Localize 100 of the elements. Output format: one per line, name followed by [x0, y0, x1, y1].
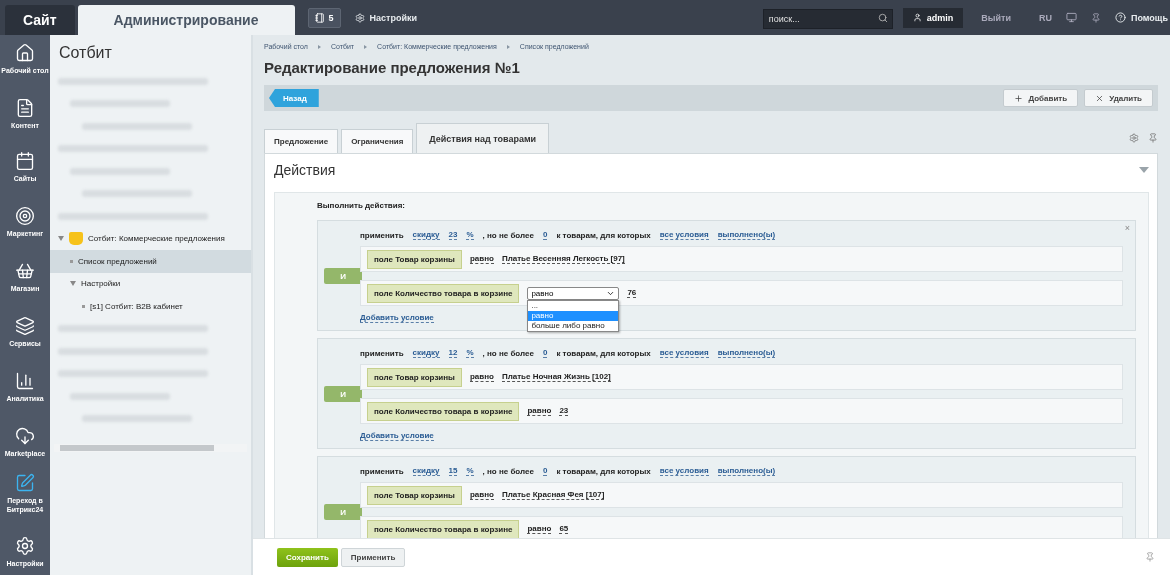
chevron-icon — [364, 44, 368, 49]
action-text: применить — [360, 230, 404, 240]
marketing-icon — [15, 205, 35, 226]
operator-link[interactable]: равно — [469, 254, 494, 264]
condition-field: поле Товар корзины — [367, 249, 462, 269]
tree-item[interactable]: Сотбит: Коммерческие предложения — [50, 227, 251, 250]
action-text: к товарам, для которых — [556, 230, 651, 240]
chevron-icon — [506, 44, 510, 49]
user-button[interactable]: admin — [902, 7, 964, 28]
apply-button[interactable]: Применить — [340, 547, 406, 567]
action-text: , но не более — [482, 230, 534, 240]
value-link[interactable]: Платье Ночная Жизнь [102] — [501, 372, 611, 382]
operator-link[interactable]: равно — [469, 372, 494, 382]
tab[interactable]: Действия над товарами — [416, 123, 550, 153]
tree-item[interactable]: Настройки — [50, 272, 251, 295]
parameter-link[interactable]: 12 — [448, 348, 458, 358]
help-link[interactable]: Помощь — [1115, 12, 1168, 23]
condition-field: поле Товар корзины — [367, 367, 462, 387]
help-icon — [1115, 12, 1126, 23]
parameter-link[interactable]: 0 — [542, 348, 548, 358]
content-icon — [15, 97, 35, 118]
notifications-button[interactable]: 5 — [307, 7, 341, 28]
pin-icon[interactable] — [1148, 133, 1158, 143]
action-text: применить — [360, 466, 404, 476]
parameter-link[interactable]: % — [466, 348, 474, 358]
tree-item[interactable]: [s1] Сотбит: B2B кабинет — [50, 295, 251, 318]
language-selector[interactable]: RU — [1039, 12, 1052, 23]
search-icon — [877, 12, 888, 23]
parameter-link[interactable]: скидку — [412, 348, 440, 358]
operator-link[interactable]: равно — [527, 406, 552, 416]
parameter-link[interactable]: выполнено(ы) — [717, 230, 776, 240]
module-icon — [69, 232, 83, 246]
value-link[interactable]: 76 — [627, 288, 637, 298]
operator-select[interactable]: равно — [527, 286, 620, 300]
parameter-link[interactable]: все условия — [659, 348, 709, 358]
plus-icon — [1014, 93, 1024, 103]
dropdown-option[interactable]: больше либо равно — [528, 320, 619, 331]
add-condition-link[interactable]: Добавить условие — [360, 313, 434, 323]
notebook-icon — [314, 12, 325, 23]
panel-title: Сотбит — [58, 43, 113, 63]
tab[interactable]: Предложение — [264, 129, 339, 153]
pin-icon[interactable] — [1145, 552, 1155, 562]
settings-icon — [15, 535, 35, 556]
value-link[interactable]: Платье Красная Фея [107] — [501, 490, 605, 500]
condition-field: поле Количество товара в корзине — [367, 519, 520, 538]
scrollbar[interactable] — [54, 444, 247, 452]
settings-link[interactable]: Настройки — [354, 12, 417, 23]
sites-icon — [15, 150, 35, 171]
tab[interactable]: Ограничения — [341, 129, 414, 153]
bullet-icon — [82, 304, 85, 308]
page-title: Редактирование предложения №1 — [264, 59, 521, 76]
desktop-icon — [15, 43, 35, 63]
parameter-link[interactable]: выполнено(ы) — [717, 348, 776, 358]
operator-link[interactable]: равно — [527, 524, 552, 534]
parameter-link[interactable]: все условия — [659, 230, 709, 240]
parameter-link[interactable]: выполнено(ы) — [717, 466, 776, 476]
delete-button[interactable]: Удалить — [1084, 89, 1153, 107]
actions-label: Выполнить действия: — [317, 201, 406, 210]
pin-icon[interactable] — [1091, 12, 1101, 23]
action-text: к товарам, для которых — [556, 348, 651, 358]
analytics-icon — [15, 370, 35, 391]
action-text: , но не более — [482, 466, 534, 476]
logic-connector: И — [324, 504, 362, 520]
search-field[interactable]: поиск... — [762, 8, 893, 29]
expand-arrow-icon[interactable] — [58, 236, 64, 242]
parameter-link[interactable]: % — [466, 466, 474, 476]
condition-field: поле Товар корзины — [367, 485, 462, 505]
value-link[interactable]: Платье Весенняя Легкость [97] — [501, 254, 625, 264]
value-link[interactable]: 65 — [559, 524, 569, 534]
dropdown-option[interactable]: ... — [528, 300, 619, 311]
monitor-icon[interactable] — [1066, 12, 1077, 23]
services-icon — [15, 315, 35, 336]
add-condition-link[interactable]: Добавить условие — [360, 431, 434, 441]
section-title: Действия — [274, 162, 336, 178]
condition-field: поле Количество товара в корзине — [367, 401, 520, 421]
parameter-link[interactable]: 23 — [448, 230, 458, 240]
condition-field: поле Количество товара в корзине — [367, 283, 520, 303]
logic-connector: И — [324, 386, 362, 402]
value-link[interactable]: 23 — [559, 406, 569, 416]
collapse-toggle-icon[interactable] — [1139, 167, 1149, 173]
action-text: к товарам, для которых — [556, 466, 651, 476]
parameter-link[interactable]: скидку — [412, 466, 440, 476]
top-tab[interactable]: Сайт — [5, 5, 75, 35]
parameter-link[interactable]: скидку — [412, 230, 440, 240]
parameter-link[interactable]: 0 — [542, 230, 548, 240]
parameter-link[interactable]: все условия — [659, 466, 709, 476]
user-icon — [912, 13, 922, 22]
parameter-link[interactable]: 15 — [448, 466, 458, 476]
operator-link[interactable]: равно — [469, 490, 494, 500]
logout-link[interactable]: Выйти — [981, 12, 1011, 23]
parameter-link[interactable]: 0 — [542, 466, 548, 476]
chevron-icon — [317, 44, 321, 49]
add-button[interactable]: Добавить — [1003, 89, 1079, 107]
expand-arrow-icon[interactable] — [70, 281, 76, 287]
top-tab[interactable]: Администрирование — [77, 5, 295, 35]
settings-icon — [354, 12, 365, 23]
parameter-link[interactable]: % — [466, 230, 474, 240]
settings-icon[interactable] — [1129, 133, 1139, 143]
bullet-icon — [70, 259, 73, 263]
tree-item[interactable]: Список предложений — [50, 250, 251, 273]
